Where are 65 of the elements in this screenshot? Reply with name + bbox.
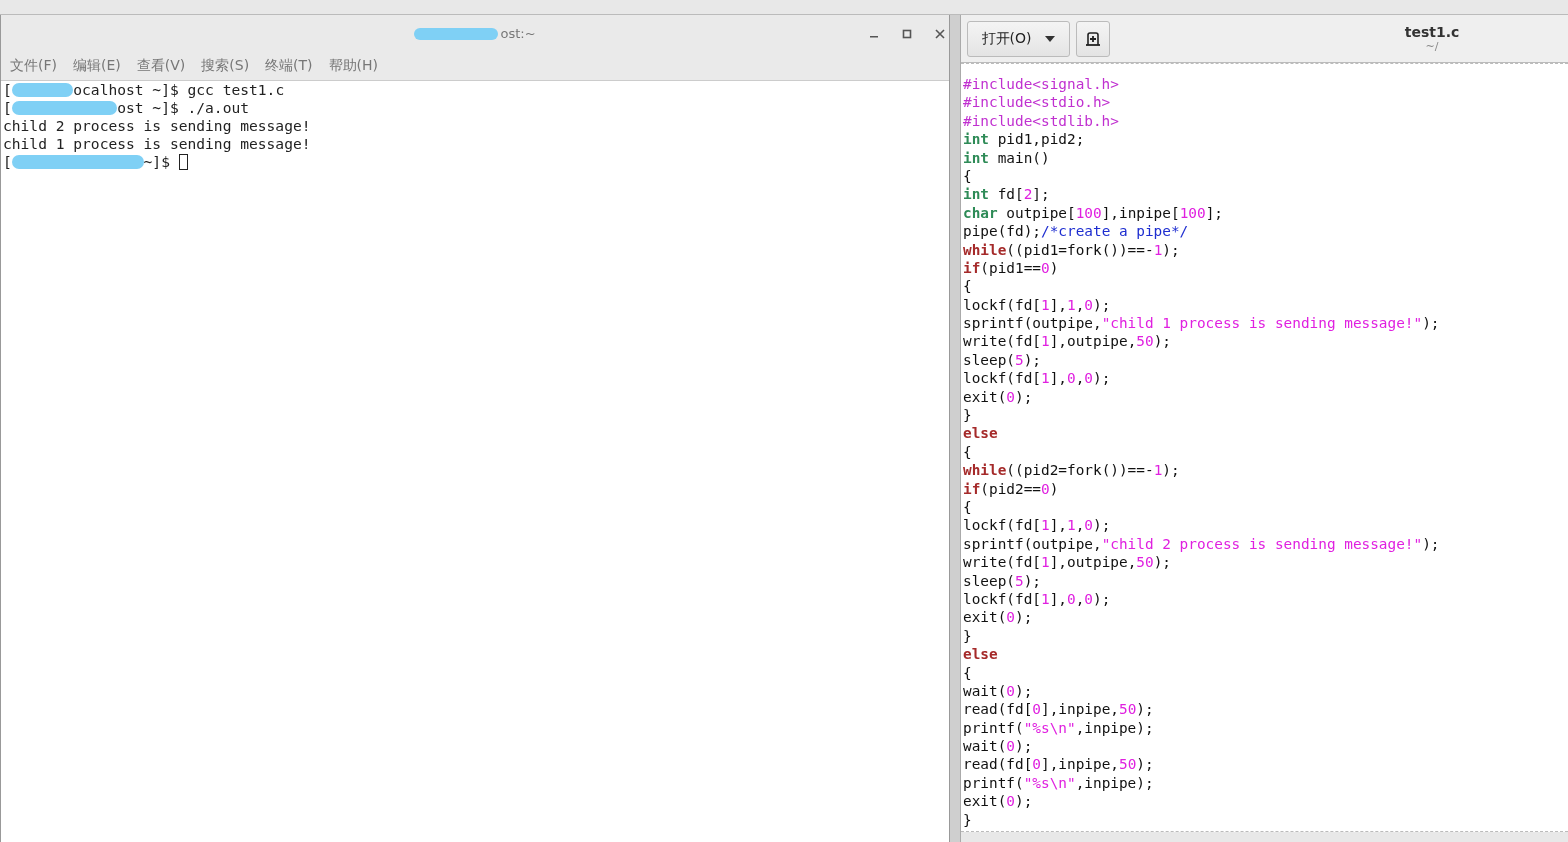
code-line: int main() bbox=[963, 148, 1050, 167]
document-path: ~/ bbox=[1425, 40, 1439, 53]
code-line: lockf(fd[1],0,0); bbox=[963, 589, 1111, 609]
terminal-text: ~]$ bbox=[143, 153, 170, 171]
code-line: wait(0); bbox=[963, 737, 1033, 756]
terminal-text: [ bbox=[3, 99, 12, 117]
terminal-text: [ bbox=[3, 153, 12, 171]
code-line: #include<stdio.h> bbox=[963, 93, 1111, 112]
code-line: int pid1,pid2; bbox=[963, 130, 1085, 149]
code-line: { bbox=[963, 498, 972, 517]
code-line: while((pid1=fork())==-1); bbox=[963, 240, 1180, 259]
code-line: exit(0); bbox=[963, 387, 1033, 407]
code-line: else bbox=[963, 645, 998, 664]
code-line: #include<stdlib.h> bbox=[963, 111, 1119, 131]
menu-item[interactable]: 文件(F) bbox=[10, 57, 57, 75]
code-line: sprintf(outpipe,"child 1 process is sending message!"); bbox=[963, 314, 1440, 333]
code-line: } bbox=[963, 810, 972, 829]
code-line: printf("%s\n",inpipe); bbox=[963, 718, 1154, 738]
code-line: write(fd[1],outpipe,50); bbox=[963, 553, 1171, 572]
code-line: exit(0); bbox=[963, 608, 1033, 627]
code-line: sleep(5); bbox=[963, 571, 1041, 590]
code-line: #include<signal.h> bbox=[963, 75, 1119, 94]
code-line: { bbox=[963, 663, 972, 682]
code-line: wait(0); bbox=[963, 681, 1033, 701]
terminal-text: ocalhost ~]$ gcc test1.c bbox=[73, 81, 285, 99]
code-line: lockf(fd[1],0,0); bbox=[963, 369, 1111, 388]
code-line: char outpipe[100],inpipe[100]; bbox=[963, 203, 1223, 223]
terminal-text: ost ~]$ ./a.out bbox=[117, 99, 249, 117]
code-line: else bbox=[963, 424, 998, 443]
code-line: lockf(fd[1],1,0); bbox=[963, 295, 1111, 315]
code-line: sleep(5); bbox=[963, 350, 1041, 370]
menu-item[interactable]: 搜索(S) bbox=[201, 57, 250, 75]
code-line: } bbox=[963, 626, 972, 646]
code-line: read(fd[0],inpipe,50); bbox=[963, 700, 1154, 719]
menu-item[interactable]: 帮助(H) bbox=[328, 57, 379, 75]
new-document-button[interactable] bbox=[1076, 20, 1110, 57]
maximize-icon[interactable] bbox=[902, 28, 912, 39]
code-line: } bbox=[963, 406, 972, 425]
code-line: while((pid2=fork())==-1); bbox=[963, 461, 1180, 480]
code-line: { bbox=[963, 166, 972, 186]
menu-item[interactable]: 终端(T) bbox=[265, 57, 313, 75]
open-button[interactable]: 打开(O) bbox=[967, 20, 1070, 57]
code-line: pipe(fd);/*create a pipe*/ bbox=[963, 222, 1189, 241]
code-line: printf("%s\n",inpipe); bbox=[963, 773, 1154, 793]
terminal-text: child 2 process is sending message! bbox=[3, 117, 311, 135]
window-title: ost:~ bbox=[500, 26, 536, 41]
code-line: lockf(fd[1],1,0); bbox=[963, 516, 1111, 535]
terminal-text: [ bbox=[3, 81, 12, 99]
code-line: { bbox=[963, 442, 972, 462]
splitter-handle[interactable] bbox=[949, 15, 961, 842]
code-line: write(fd[1],outpipe,50); bbox=[963, 332, 1171, 351]
code-line: int fd[2]; bbox=[963, 185, 1050, 204]
terminal-text: child 1 process is sending message! bbox=[3, 135, 311, 153]
code-line: if(pid1==0) bbox=[963, 258, 1059, 278]
new-document-icon bbox=[1085, 30, 1101, 47]
menu-item[interactable]: 编辑(E) bbox=[73, 57, 121, 75]
code-line: exit(0); bbox=[963, 792, 1033, 811]
close-icon[interactable] bbox=[935, 28, 945, 39]
code-line: { bbox=[963, 277, 972, 296]
caret-icon bbox=[1045, 35, 1056, 42]
code-line: read(fd[0],inpipe,50); bbox=[963, 755, 1154, 774]
menu-item[interactable]: 查看(V) bbox=[136, 57, 186, 75]
code-line: sprintf(outpipe,"child 2 process is sending message!"); bbox=[963, 534, 1440, 554]
code-line: if(pid2==0) bbox=[963, 479, 1059, 498]
document-title: test1.c bbox=[1404, 24, 1460, 40]
